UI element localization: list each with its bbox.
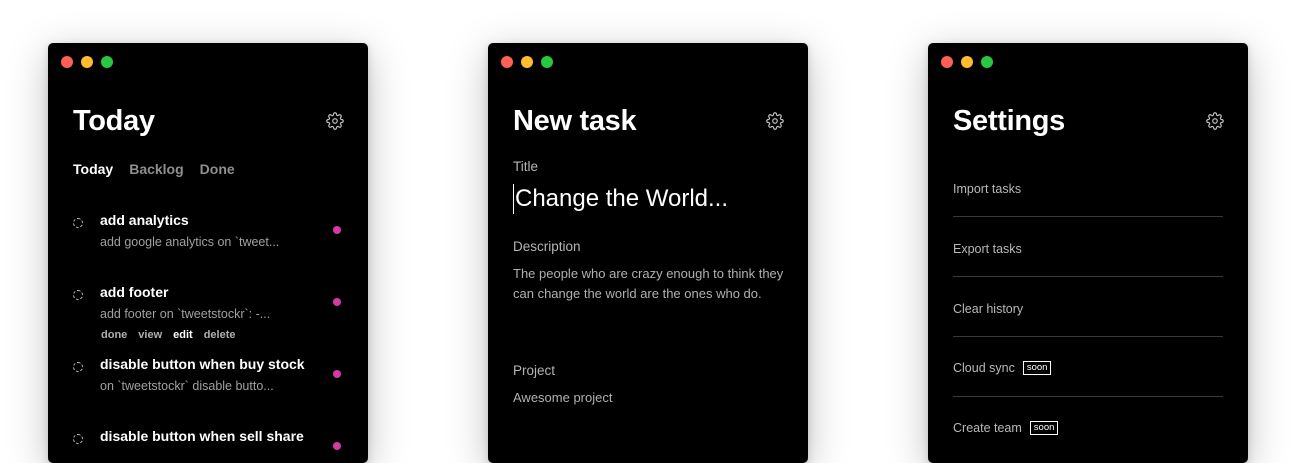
setting-export-tasks[interactable]: Export tasks bbox=[953, 217, 1223, 277]
window-controls bbox=[501, 56, 553, 68]
page-title: New task bbox=[513, 105, 637, 137]
setting-create-team[interactable]: Create team soon bbox=[953, 397, 1223, 457]
window-controls bbox=[941, 56, 993, 68]
setting-label: Create team bbox=[953, 421, 1022, 435]
setting-import-tasks[interactable]: Import tasks bbox=[953, 157, 1223, 217]
task-item[interactable]: disable button when sell share bbox=[48, 422, 368, 463]
settings-window: Settings Import tasks Export tasks Clear… bbox=[928, 43, 1248, 463]
soon-badge: soon bbox=[1022, 361, 1052, 375]
gear-icon[interactable] bbox=[326, 112, 344, 130]
today-window: Today Today Backlog Done add analytics a… bbox=[48, 43, 368, 463]
setting-label: Import tasks bbox=[953, 182, 1022, 196]
tab-bar: Today Backlog Done bbox=[73, 160, 235, 178]
project-dot-icon bbox=[333, 370, 341, 378]
delete-button[interactable]: delete bbox=[204, 328, 236, 342]
task-title: add analytics bbox=[100, 212, 189, 228]
edit-button[interactable]: edit bbox=[173, 328, 193, 342]
page-title: Today bbox=[73, 105, 155, 137]
task-checkbox[interactable] bbox=[73, 290, 83, 300]
close-window-button[interactable] bbox=[501, 56, 513, 68]
tab-done[interactable]: Done bbox=[200, 160, 235, 178]
tab-today[interactable]: Today bbox=[73, 160, 113, 178]
project-label: Project bbox=[513, 363, 556, 378]
new-task-window: New task Title Change the World... Descr… bbox=[488, 43, 808, 463]
view-button[interactable]: view bbox=[138, 328, 162, 342]
task-title: disable button when sell share bbox=[100, 428, 304, 444]
setting-label: Export tasks bbox=[953, 242, 1022, 256]
task-checkbox[interactable] bbox=[73, 218, 83, 228]
done-button[interactable]: done bbox=[101, 328, 127, 342]
title-label: Title bbox=[513, 159, 539, 174]
task-item[interactable]: disable button when buy stock on `tweets… bbox=[48, 350, 368, 410]
close-window-button[interactable] bbox=[941, 56, 953, 68]
setting-cloud-sync[interactable]: Cloud sync soon bbox=[953, 337, 1223, 397]
maximize-window-button[interactable] bbox=[541, 56, 553, 68]
minimize-window-button[interactable] bbox=[81, 56, 93, 68]
task-description: on `tweetstockr` disable butto... bbox=[100, 379, 274, 393]
close-window-button[interactable] bbox=[61, 56, 73, 68]
page-title: Settings bbox=[953, 105, 1065, 137]
maximize-window-button[interactable] bbox=[981, 56, 993, 68]
setting-label: Clear history bbox=[953, 302, 1024, 316]
gear-icon[interactable] bbox=[766, 112, 784, 130]
task-title: add footer bbox=[100, 284, 169, 300]
task-description: add google analytics on `tweet... bbox=[100, 235, 280, 249]
tab-backlog[interactable]: Backlog bbox=[129, 160, 183, 178]
soon-badge: soon bbox=[1029, 421, 1059, 435]
task-title: disable button when buy stock bbox=[100, 356, 305, 372]
setting-label: Cloud sync bbox=[953, 361, 1015, 375]
project-select[interactable]: Awesome project bbox=[513, 389, 612, 407]
minimize-window-button[interactable] bbox=[961, 56, 973, 68]
gear-icon[interactable] bbox=[1206, 112, 1224, 130]
window-controls bbox=[61, 56, 113, 68]
maximize-window-button[interactable] bbox=[101, 56, 113, 68]
minimize-window-button[interactable] bbox=[521, 56, 533, 68]
title-input[interactable]: Change the World... bbox=[513, 184, 785, 214]
description-input[interactable]: The people who are crazy enough to think… bbox=[513, 264, 788, 304]
task-checkbox[interactable] bbox=[73, 434, 83, 444]
task-description: add footer on `tweetstockr`: -... bbox=[100, 307, 271, 321]
project-dot-icon bbox=[333, 226, 341, 234]
project-dot-icon bbox=[333, 298, 341, 306]
task-checkbox[interactable] bbox=[73, 362, 83, 372]
setting-clear-history[interactable]: Clear history bbox=[953, 277, 1223, 337]
task-actions: done view edit delete bbox=[101, 328, 236, 342]
task-item[interactable]: add analytics add google analytics on `t… bbox=[48, 206, 368, 266]
description-label: Description bbox=[513, 239, 581, 254]
